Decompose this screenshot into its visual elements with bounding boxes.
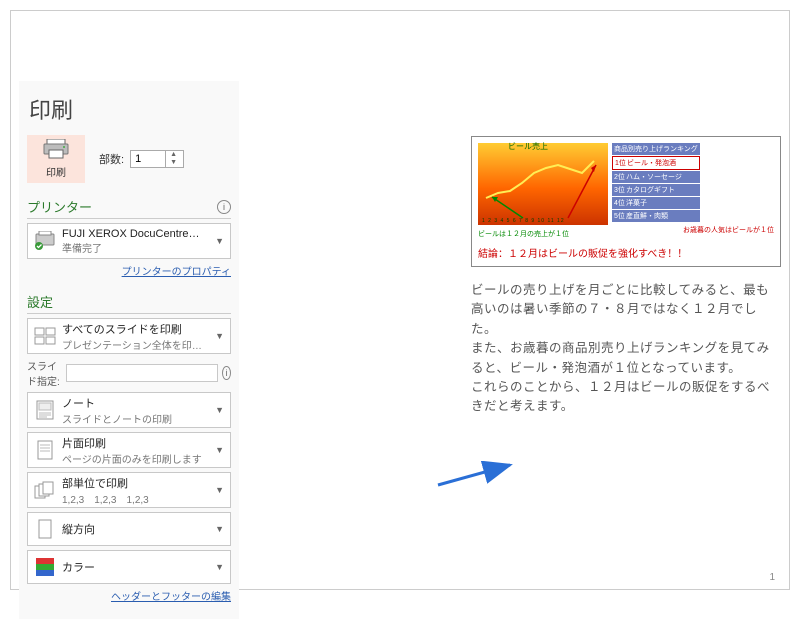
- settings-section-heading: 設定: [27, 292, 53, 311]
- printer-name: FUJI XEROX DocuCentre…: [62, 228, 211, 240]
- page-number: 1: [769, 572, 775, 583]
- note-green: ビールは１２月の売上が１位: [478, 229, 569, 239]
- printer-icon: [43, 139, 69, 162]
- slide-thumbnail: ビール売上 1 2 3 4 5 6 7 8 9 10 11 12 商品別売り上げ…: [471, 136, 781, 267]
- printer-status: 準備完了: [62, 240, 211, 255]
- layout-select[interactable]: ノート スライドとノートの印刷 ▼: [27, 392, 231, 428]
- chevron-down-icon: ▼: [215, 445, 224, 455]
- collate-line2: 1,2,3 1,2,3 1,2,3: [62, 491, 211, 506]
- copies-input[interactable]: [131, 153, 165, 165]
- printer-section-heading: プリンター: [27, 197, 92, 216]
- rank-heading: 商品別売り上げランキング: [612, 143, 700, 155]
- sides-select[interactable]: 片面印刷 ページの片面のみを印刷します ▼: [27, 432, 231, 468]
- slides-all-icon: [34, 325, 56, 347]
- layout-line1: ノート: [62, 395, 211, 411]
- copies-label: 部数:: [99, 151, 124, 167]
- range-line1: すべてのスライドを印刷: [62, 321, 211, 337]
- rank-item: 2位ハム・ソーセージ: [612, 171, 700, 183]
- printer-properties-link[interactable]: プリンターのプロパティ: [27, 263, 231, 278]
- print-preview: ビール売上 1 2 3 4 5 6 7 8 9 10 11 12 商品別売り上げ…: [471, 136, 781, 417]
- conclusion-text: 結論：１２月はビールの販促を強化すべき！！: [478, 245, 774, 260]
- color-select[interactable]: カラー ▼: [27, 550, 231, 584]
- mini-chart: ビール売上 1 2 3 4 5 6 7 8 9 10 11 12: [478, 143, 608, 225]
- print-range-select[interactable]: すべてのスライドを印刷 プレゼンテーション全体を印刷し… ▼: [27, 318, 231, 354]
- range-line2: プレゼンテーション全体を印刷し…: [62, 337, 211, 352]
- chevron-down-icon: ▼: [215, 405, 224, 415]
- chevron-down-icon: ▼: [215, 485, 224, 495]
- note-red: お歳暮の人気はビールが１位: [683, 225, 774, 235]
- rank-item: 1位ビール・発泡酒: [612, 156, 700, 170]
- collate-line1: 部単位で印刷: [62, 475, 211, 491]
- copies-spinner[interactable]: ▲ ▼: [130, 150, 184, 168]
- orient-line1: 縦方向: [62, 521, 211, 537]
- sides-line2: ページの片面のみを印刷します: [62, 451, 211, 466]
- collate-icon: [34, 479, 56, 501]
- printer-ready-icon: [34, 230, 56, 252]
- notes-body: ビールの売り上げを月ごとに比較してみると、最も高いのは暑い季節の７・８月ではなく…: [471, 281, 781, 417]
- spinner-down-icon[interactable]: ▼: [166, 159, 181, 167]
- portrait-icon: [34, 518, 56, 540]
- rank-item: 3位カタログギフト: [612, 184, 700, 196]
- slide-spec-label: スライド指定:: [27, 358, 62, 388]
- color-icon: [34, 556, 56, 578]
- printer-info-icon[interactable]: i: [217, 200, 231, 214]
- sides-line1: 片面印刷: [62, 435, 211, 451]
- orientation-select[interactable]: 縦方向 ▼: [27, 512, 231, 546]
- layout-line2: スライドとノートの印刷: [62, 411, 211, 426]
- slide-spec-info-icon[interactable]: i: [222, 366, 231, 380]
- page-title: 印刷: [29, 93, 231, 125]
- printer-select[interactable]: FUJI XEROX DocuCentre… 準備完了 ▼: [27, 223, 231, 259]
- rank-item: 4位洋菓子: [612, 197, 700, 209]
- print-button-label: 印刷: [46, 164, 66, 179]
- notes-layout-icon: [34, 399, 56, 421]
- blue-arrow-icon: [436, 461, 516, 489]
- spinner-up-icon[interactable]: ▲: [166, 151, 181, 159]
- ranking-box: 商品別売り上げランキング 1位ビール・発泡酒2位ハム・ソーセージ3位カタログギフ…: [612, 143, 700, 222]
- chevron-down-icon: ▼: [215, 236, 224, 246]
- collate-select[interactable]: 部単位で印刷 1,2,3 1,2,3 1,2,3 ▼: [27, 472, 231, 508]
- header-footer-link[interactable]: ヘッダーとフッターの編集: [27, 588, 231, 603]
- print-button[interactable]: 印刷: [27, 135, 85, 183]
- chevron-down-icon: ▼: [215, 524, 224, 534]
- rank-item: 5位産直鮮・肉類: [612, 210, 700, 222]
- single-side-icon: [34, 439, 56, 461]
- chevron-down-icon: ▼: [215, 562, 224, 572]
- slide-spec-input[interactable]: [66, 364, 218, 382]
- chevron-down-icon: ▼: [215, 331, 224, 341]
- color-line1: カラー: [62, 559, 211, 575]
